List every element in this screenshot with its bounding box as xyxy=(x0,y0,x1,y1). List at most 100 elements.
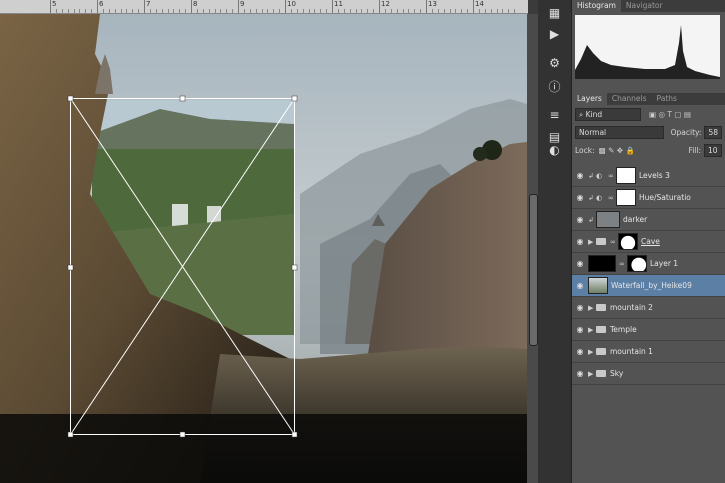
tab-paths[interactable]: Paths xyxy=(652,93,682,105)
layer-name: Layer 1 xyxy=(650,259,679,268)
link-icon: ∞ xyxy=(608,193,614,202)
adjust-icon[interactable]: ◐ xyxy=(547,143,562,158)
ruler-minor-tick xyxy=(420,9,422,13)
kind-filter-select[interactable]: ⌕ Kind xyxy=(575,107,641,121)
layer-name: Cave xyxy=(641,237,660,246)
ruler-minor-tick xyxy=(185,9,187,13)
eye-icon[interactable]: ◉ xyxy=(572,303,588,312)
ruler-number: 12 xyxy=(381,0,390,8)
ruler-minor-tick xyxy=(308,9,310,13)
layer-row-darker[interactable]: ◉ ↲ darker xyxy=(572,209,725,231)
folder-icon xyxy=(596,238,606,245)
eye-icon[interactable]: ◉ xyxy=(572,171,588,180)
layer-name: mountain 2 xyxy=(610,303,653,312)
ruler-major-tick xyxy=(238,0,239,13)
expand-arrow-icon[interactable]: ▶ xyxy=(588,326,596,334)
layers-tabs: Layers Channels Paths xyxy=(572,93,725,105)
play-icon[interactable]: ▶ xyxy=(547,27,562,42)
layer-row-layer-1[interactable]: ◉ ∞ Layer 1 xyxy=(572,253,725,275)
ruler-minor-tick xyxy=(373,9,375,13)
eye-icon[interactable]: ◉ xyxy=(572,347,588,356)
layer-row-temple[interactable]: ◉ ▶ Temple xyxy=(572,319,725,341)
ruler-minor-tick xyxy=(449,9,451,13)
ruler-number: 9 xyxy=(240,0,245,8)
ruler-minor-tick xyxy=(138,9,140,13)
ruler-minor-tick xyxy=(390,9,392,13)
ruler-minor-tick xyxy=(279,9,281,13)
ruler-minor-tick xyxy=(55,9,57,13)
ruler-minor-tick xyxy=(355,9,357,13)
ruler-minor-tick xyxy=(396,9,398,13)
ruler-minor-tick xyxy=(326,9,328,13)
expand-arrow-icon[interactable]: ▶ xyxy=(588,238,596,246)
tab-layers[interactable]: Layers xyxy=(572,93,607,105)
ruler-minor-tick xyxy=(126,9,128,13)
layers-list: ◉ ↲ ◐ ∞ Levels 3 ◉ ↲ ◐ ∞ Hue/Saturatio ◉… xyxy=(572,165,725,385)
ruler-minor-tick xyxy=(431,9,433,13)
vertical-scrollbar[interactable] xyxy=(527,14,538,483)
layer-row-mountain-2[interactable]: ◉ ▶ mountain 2 xyxy=(572,297,725,319)
ruler-minor-tick xyxy=(79,9,81,13)
tab-histogram[interactable]: Histogram xyxy=(572,0,621,12)
ruler-minor-tick xyxy=(155,9,157,13)
blend-mode-select[interactable]: Normal xyxy=(575,125,664,139)
histogram-tool-icon[interactable]: ▦ xyxy=(547,6,562,21)
ruler-minor-tick xyxy=(478,9,480,13)
link-icon: ∞ xyxy=(619,259,625,268)
eye-icon[interactable]: ◉ xyxy=(572,369,588,378)
ruler-minor-tick xyxy=(408,9,410,13)
scrollbar-thumb[interactable] xyxy=(529,194,538,346)
ruler-minor-tick xyxy=(73,9,75,13)
top-ruler: 5 6 7 8 9 10 11 12 13 14 xyxy=(0,0,528,14)
properties-icon[interactable]: ≡ xyxy=(547,108,562,123)
ruler-minor-tick xyxy=(467,9,469,13)
layer-row-waterfall[interactable]: ◉ Waterfall_by_Heike09 xyxy=(572,275,725,297)
layer-row-mountain-1[interactable]: ◉ ▶ mountain 1 xyxy=(572,341,725,363)
ruler-major-tick xyxy=(144,0,145,13)
ruler-number: 14 xyxy=(475,0,484,8)
layer-row-hue-saturation[interactable]: ◉ ↲ ◐ ∞ Hue/Saturatio xyxy=(572,187,725,209)
ruler-major-tick xyxy=(191,0,192,13)
layer-row-cave[interactable]: ◉ ▶ ∞ Cave xyxy=(572,231,725,253)
ruler-minor-tick xyxy=(108,9,110,13)
opacity-field[interactable]: 58 xyxy=(704,125,722,139)
eye-icon[interactable]: ◉ xyxy=(572,193,588,202)
expand-arrow-icon[interactable]: ▶ xyxy=(588,304,596,312)
expand-arrow-icon[interactable]: ▶ xyxy=(588,348,596,356)
ruler-number: 10 xyxy=(287,0,296,8)
ruler-minor-tick xyxy=(220,9,222,13)
ruler-minor-tick xyxy=(320,9,322,13)
ruler-minor-tick xyxy=(302,9,304,13)
document-canvas[interactable] xyxy=(0,14,527,483)
channels-tool-icon[interactable]: ⚙ xyxy=(547,56,562,71)
eye-icon[interactable]: ◉ xyxy=(572,325,588,334)
ruler-minor-tick xyxy=(249,9,251,13)
layer-row-levels-3[interactable]: ◉ ↲ ◐ ∞ Levels 3 xyxy=(572,165,725,187)
eye-icon[interactable]: ◉ xyxy=(572,281,588,290)
clip-arrow-icon: ↲ xyxy=(588,171,594,180)
lock-icons[interactable]: ▩ ✎ ✥ 🔒 xyxy=(599,146,635,155)
eye-icon[interactable]: ◉ xyxy=(572,215,588,224)
kind-filter-label: Kind xyxy=(585,109,603,119)
ruler-minor-tick xyxy=(437,9,439,13)
link-icon: ∞ xyxy=(610,237,616,246)
ruler-minor-tick xyxy=(255,9,257,13)
eye-icon[interactable]: ◉ xyxy=(572,237,588,246)
ruler-minor-tick xyxy=(314,9,316,13)
layer-row-sky[interactable]: ◉ ▶ Sky xyxy=(572,363,725,385)
layer-name: Waterfall_by_Heike09 xyxy=(611,281,692,290)
tab-channels[interactable]: Channels xyxy=(607,93,652,105)
ruler-minor-tick xyxy=(120,9,122,13)
info-icon[interactable]: ⓘ xyxy=(547,80,562,95)
clip-arrow-icon: ↲ xyxy=(588,215,594,224)
fill-field[interactable]: 10 xyxy=(704,143,722,157)
ruler-minor-tick xyxy=(179,9,181,13)
tab-navigator[interactable]: Navigator xyxy=(621,0,668,12)
eye-icon[interactable]: ◉ xyxy=(572,259,588,268)
expand-arrow-icon[interactable]: ▶ xyxy=(588,370,596,378)
ruler-minor-tick xyxy=(173,9,175,13)
ruler-minor-tick xyxy=(196,9,198,13)
ruler-minor-tick xyxy=(102,9,104,13)
filter-icons[interactable]: ▣ ◎ T ▢ ▤ xyxy=(649,110,691,119)
canvas-artwork xyxy=(0,14,527,483)
